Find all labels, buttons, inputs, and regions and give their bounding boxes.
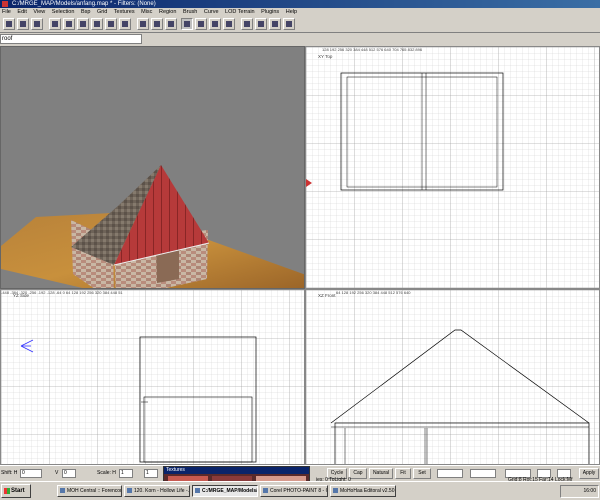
- task-corel-photopaint[interactable]: Corel PHOTO-PAINT 8 - C:...: [260, 485, 328, 497]
- shift-h-label: Shift: H: [1, 470, 18, 476]
- rotate-y-icon[interactable]: [105, 18, 117, 30]
- menu-lod-terrain[interactable]: LOD Terrain: [225, 9, 255, 15]
- csg-subtract-icon[interactable]: [137, 18, 149, 30]
- menu-plugins[interactable]: Plugins: [261, 9, 279, 15]
- menu-edit[interactable]: Edit: [17, 9, 26, 15]
- flip-y-icon[interactable]: [63, 18, 75, 30]
- taskbar: Start MOH Central :: Forencom... 120. Ko…: [0, 481, 600, 500]
- path-bar: roof: [0, 34, 600, 45]
- rotate-x-icon[interactable]: [91, 18, 103, 30]
- save-icon[interactable]: [17, 18, 29, 30]
- scale-v-input[interactable]: 1: [144, 469, 158, 478]
- csg-merge-icon[interactable]: [151, 18, 163, 30]
- patch-icon[interactable]: [269, 18, 281, 30]
- textures-header: Textures: [164, 467, 309, 474]
- apply-button[interactable]: Apply: [579, 468, 599, 479]
- natural-button[interactable]: Natural: [369, 468, 393, 479]
- start-button[interactable]: Start: [1, 484, 31, 498]
- menu-brush[interactable]: Brush: [183, 9, 197, 15]
- menu-textures[interactable]: Textures: [114, 9, 135, 15]
- v-label: V: [55, 470, 59, 476]
- menu-region[interactable]: Region: [159, 9, 176, 15]
- set-button[interactable]: Set: [413, 468, 431, 479]
- xy-ruler: 128 192 256 320 384 448 512 576 640 704 …: [322, 47, 423, 52]
- hollow-icon[interactable]: [165, 18, 177, 30]
- yz-view-label: YZ Side: [13, 293, 30, 298]
- open-icon[interactable]: [3, 18, 15, 30]
- bend-icon[interactable]: [283, 18, 295, 30]
- cap-button[interactable]: Cap: [349, 468, 367, 479]
- fit-width-input[interactable]: [437, 469, 463, 478]
- menu-view[interactable]: View: [33, 9, 45, 15]
- xz-view-label: XZ Front: [318, 293, 336, 298]
- app-icon: [2, 1, 8, 7]
- xz-grid-canvas: [306, 290, 599, 464]
- shift-v-input[interactable]: 0: [62, 469, 76, 478]
- xy-top-viewport[interactable]: 128 192 256 320 384 448 512 576 640 704 …: [305, 46, 600, 289]
- toolbar: [0, 16, 600, 33]
- xy-grid-canvas: [306, 47, 599, 288]
- camera-view-icon[interactable]: [223, 18, 235, 30]
- task-radiant-editor[interactable]: C:/MRGE_MAP/Models/a...: [192, 485, 258, 497]
- radiant-editor-window: C:/MRGE_MAP/Models/anfang.map * - Filter…: [0, 0, 600, 500]
- menu-grid[interactable]: Grid: [97, 9, 107, 15]
- xy-view-label: XY Top: [318, 54, 333, 59]
- yz-ruler: -448 -384 -320 -256 -192 -128 -64 0 64 1…: [1, 290, 123, 295]
- scale-h-label: Scale: H: [97, 470, 116, 476]
- menu-bar: File Edit View Selection Bsp Grid Textur…: [0, 8, 600, 16]
- xz-ruler: 64 128 192 256 320 384 448 512 576 640: [336, 290, 411, 295]
- cubic-clip-icon[interactable]: [255, 18, 267, 30]
- texture-lock-icon[interactable]: [241, 18, 253, 30]
- camera-render: [1, 47, 304, 288]
- select-inside-icon[interactable]: [195, 18, 207, 30]
- menu-bsp[interactable]: Bsp: [81, 9, 90, 15]
- shift-h-input[interactable]: 0: [20, 469, 42, 478]
- menu-misc[interactable]: Misc: [141, 9, 152, 15]
- yz-side-viewport[interactable]: -448 -384 -320 -256 -192 -128 -64 0 64 1…: [0, 289, 305, 465]
- yz-grid-canvas: [1, 290, 304, 464]
- task-korn-hollow-life[interactable]: 120. Korn - Hollow Life -...: [124, 485, 190, 497]
- task-mohaa-editor[interactable]: MoHoHaa Editoral v2.50: [330, 485, 396, 497]
- fit-button[interactable]: Fit: [395, 468, 411, 479]
- entity-name-field[interactable]: roof: [0, 34, 142, 44]
- task-moh-central[interactable]: MOH Central :: Forencom...: [57, 485, 122, 497]
- undo-icon[interactable]: [31, 18, 43, 30]
- scale-h-input[interactable]: 1: [119, 469, 133, 478]
- menu-help[interactable]: Help: [286, 9, 297, 15]
- menu-selection[interactable]: Selection: [52, 9, 75, 15]
- xz-front-viewport[interactable]: 64 128 192 256 320 384 448 512 576 640 X…: [305, 289, 600, 465]
- rotate-z-icon[interactable]: [119, 18, 131, 30]
- menu-file[interactable]: File: [2, 9, 11, 15]
- flip-z-icon[interactable]: [77, 18, 89, 30]
- camera-viewport[interactable]: [0, 46, 305, 289]
- window-title: C:/MRGE_MAP/Models/anfang.map * - Filter…: [12, 1, 156, 7]
- clock: 16:00: [583, 488, 596, 494]
- fit-height-input[interactable]: [470, 469, 496, 478]
- clipper-icon[interactable]: [209, 18, 221, 30]
- title-bar: C:/MRGE_MAP/Models/anfang.map * - Filter…: [0, 0, 600, 8]
- select-touching-icon[interactable]: [181, 18, 193, 30]
- menu-curve[interactable]: Curve: [204, 9, 219, 15]
- flip-x-icon[interactable]: [49, 18, 61, 30]
- system-tray: 16:00: [560, 485, 599, 498]
